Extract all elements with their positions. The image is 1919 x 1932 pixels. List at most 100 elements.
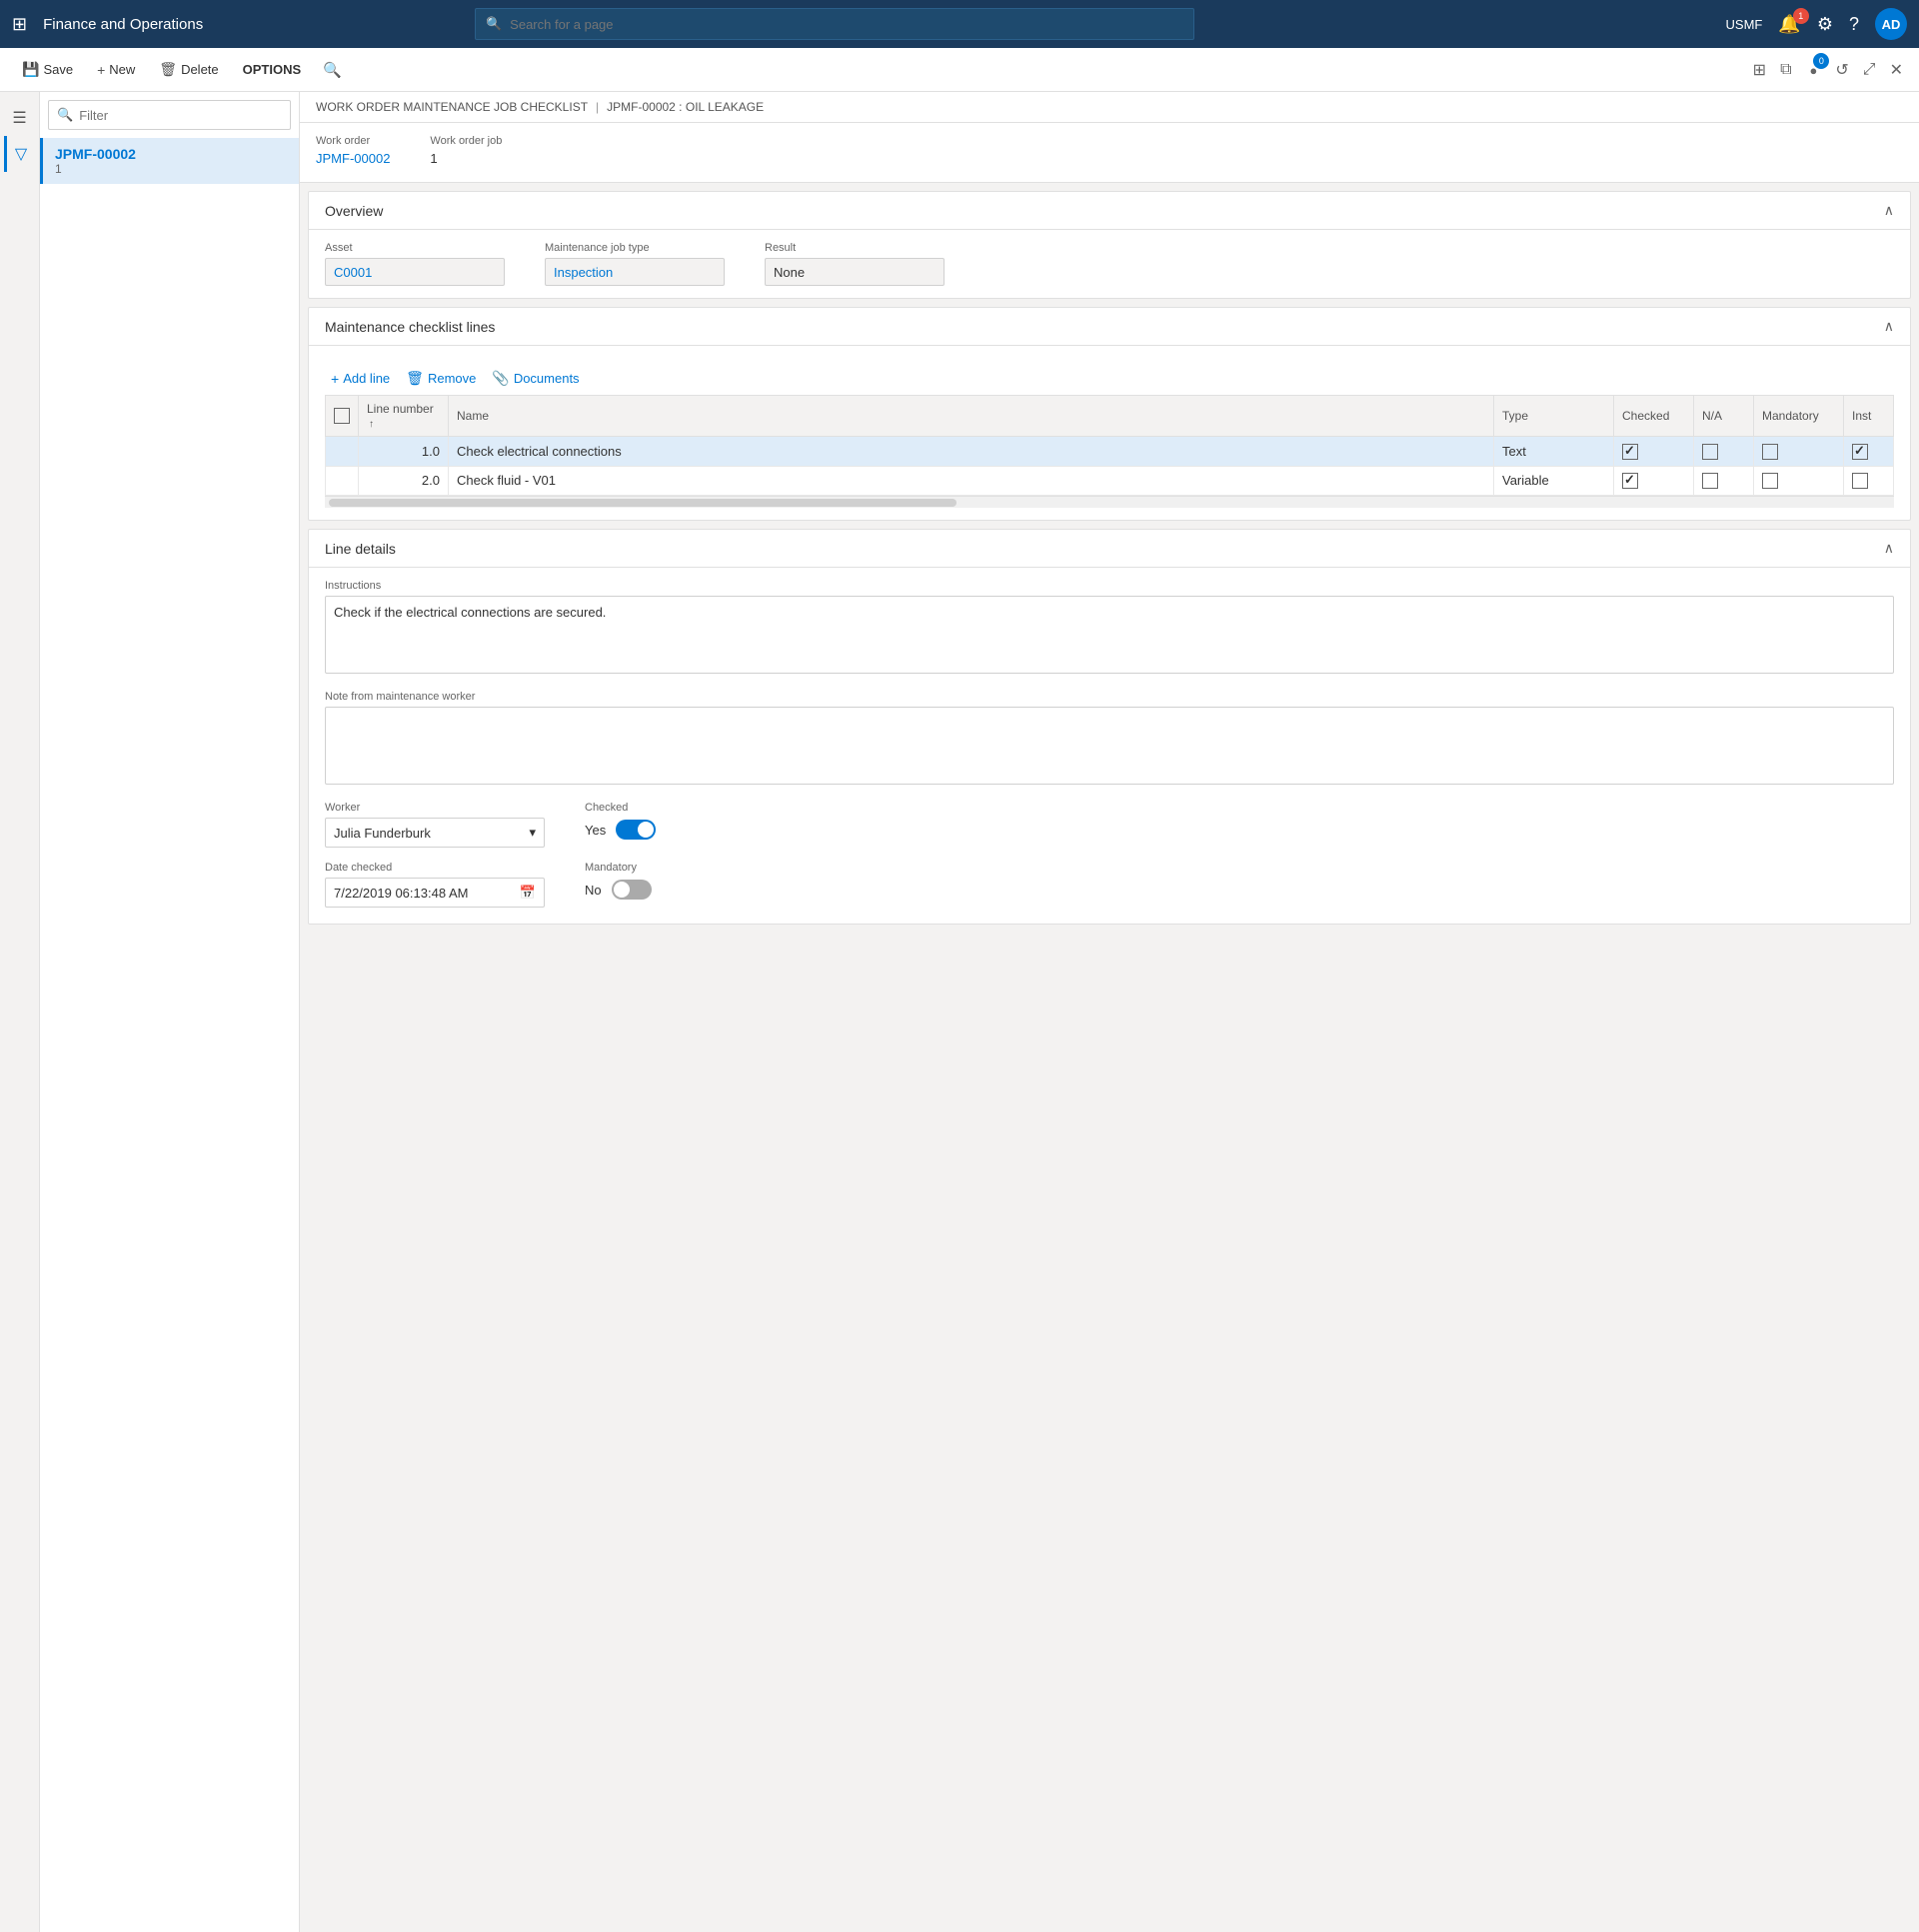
- checked-toggle-row: Yes: [585, 820, 805, 840]
- mandatory-detail-label: Mandatory: [585, 862, 805, 874]
- search-bar[interactable]: 🔍: [475, 8, 1194, 40]
- action-badge-icon[interactable]: ● 0: [1802, 55, 1826, 84]
- open-new-icon[interactable]: ⤢: [1859, 57, 1880, 83]
- line-details-section: Line details ∧ Instructions Note from ma…: [308, 529, 1911, 925]
- checked-toggle[interactable]: [616, 820, 656, 840]
- line-details-body: Instructions Note from maintenance worke…: [309, 568, 1910, 924]
- row-line-number: 1.0: [359, 437, 449, 467]
- row-na-checkbox[interactable]: [1702, 473, 1718, 489]
- grid-view-icon[interactable]: ⊞: [1749, 56, 1770, 84]
- th-name: Name: [449, 396, 1494, 437]
- row-inst-checkbox[interactable]: [1852, 473, 1868, 489]
- avatar[interactable]: AD: [1875, 8, 1907, 40]
- row-checked-checkbox[interactable]: [1622, 473, 1638, 489]
- overview-section-body: Asset C0001 Maintenance job type Inspect…: [309, 230, 1910, 298]
- job-type-label: Maintenance job type: [545, 242, 725, 254]
- row-mandatory-cell[interactable]: [1754, 466, 1844, 496]
- horizontal-scrollbar[interactable]: [325, 496, 1894, 508]
- mandatory-toggle[interactable]: [612, 880, 652, 900]
- row-mandatory-checkbox[interactable]: [1762, 444, 1778, 460]
- calendar-icon[interactable]: 📅: [520, 885, 536, 901]
- note-textarea[interactable]: [325, 707, 1894, 785]
- grid-icon[interactable]: ⊞: [12, 14, 27, 35]
- table-row[interactable]: 2.0 Check fluid - V01 Variable: [326, 466, 1894, 496]
- remove-icon: 🗑: [406, 370, 424, 387]
- overview-section-header[interactable]: Overview ∧: [309, 192, 1910, 230]
- asset-value[interactable]: C0001: [325, 258, 505, 286]
- table-row[interactable]: 1.0 Check electrical connections Text: [326, 437, 1894, 467]
- row-checked-checkbox[interactable]: [1622, 444, 1638, 460]
- filter-search-icon: 🔍: [57, 107, 73, 123]
- options-button[interactable]: OPTIONS: [233, 58, 312, 81]
- list-item[interactable]: JPMF-00002 1: [40, 138, 299, 184]
- filter-icon[interactable]: ▽: [4, 136, 35, 172]
- dropdown-icon: ▾: [529, 825, 536, 841]
- help-btn[interactable]: ?: [1849, 14, 1859, 35]
- row-checked-cell[interactable]: [1614, 466, 1694, 496]
- add-line-button[interactable]: + Add line: [325, 367, 396, 391]
- checklist-toolbar: + Add line 🗑 Remove 📎 Documents: [325, 358, 1894, 395]
- th-type: Type: [1494, 396, 1614, 437]
- row-checked-cell[interactable]: [1614, 437, 1694, 467]
- work-order-field: Work order JPMF-00002: [316, 135, 390, 166]
- refresh-icon[interactable]: ↺: [1831, 56, 1852, 84]
- row-mandatory-checkbox[interactable]: [1762, 473, 1778, 489]
- row-name: Check fluid - V01: [449, 466, 1494, 496]
- remove-button[interactable]: 🗑 Remove: [400, 366, 482, 391]
- row-na-checkbox[interactable]: [1702, 444, 1718, 460]
- line-details-collapse-icon[interactable]: ∧: [1884, 540, 1894, 557]
- instructions-textarea[interactable]: [325, 596, 1894, 674]
- asset-label: Asset: [325, 242, 505, 254]
- action-search-icon[interactable]: 🔍: [323, 61, 342, 79]
- search-input[interactable]: [510, 17, 1183, 32]
- work-order-value[interactable]: JPMF-00002: [316, 151, 390, 166]
- add-line-icon: +: [331, 371, 339, 387]
- work-order-job-label: Work order job: [430, 135, 502, 147]
- worker-col: Worker Julia Funderburk ▾: [325, 802, 545, 848]
- th-na: N/A: [1694, 396, 1754, 437]
- mandatory-col: Mandatory No: [585, 862, 805, 900]
- th-check: [326, 396, 359, 437]
- close-icon[interactable]: ✕: [1886, 56, 1907, 84]
- instructions-field: Instructions: [325, 580, 1894, 677]
- filter-box[interactable]: 🔍: [48, 100, 291, 130]
- header-checkbox[interactable]: [334, 408, 350, 424]
- filter-input[interactable]: [79, 108, 282, 123]
- th-mandatory: Mandatory: [1754, 396, 1844, 437]
- overview-collapse-icon[interactable]: ∧: [1884, 202, 1894, 219]
- checklist-section-header[interactable]: Maintenance checklist lines ∧: [309, 308, 1910, 346]
- toggle-knob: [638, 822, 654, 838]
- documents-button[interactable]: 📎 Documents: [486, 366, 585, 391]
- row-mandatory-cell[interactable]: [1754, 437, 1844, 467]
- fullscreen-icon[interactable]: ⧉: [1776, 57, 1795, 83]
- delete-button[interactable]: 🗑 Delete: [149, 57, 228, 82]
- hamburger-icon[interactable]: ☰: [4, 100, 34, 136]
- delete-icon: 🗑: [159, 61, 177, 78]
- overview-section: Overview ∧ Asset C0001 Maintenance job t…: [308, 191, 1911, 299]
- date-label: Date checked: [325, 862, 545, 874]
- row-select-cell: [326, 466, 359, 496]
- new-button[interactable]: + New: [87, 58, 145, 82]
- checklist-collapse-icon[interactable]: ∧: [1884, 318, 1894, 335]
- row-inst-checkbox[interactable]: [1852, 444, 1868, 460]
- save-button[interactable]: 💾 Save: [12, 57, 83, 82]
- checked-col: Checked Yes: [585, 802, 805, 840]
- worker-select[interactable]: Julia Funderburk ▾: [325, 818, 545, 848]
- row-na-cell[interactable]: [1694, 437, 1754, 467]
- list-item-title: JPMF-00002: [55, 146, 287, 162]
- job-type-value[interactable]: Inspection: [545, 258, 725, 286]
- line-details-section-header[interactable]: Line details ∧: [309, 530, 1910, 568]
- company-code[interactable]: USMF: [1726, 17, 1763, 32]
- row-inst-cell[interactable]: [1844, 466, 1894, 496]
- row-na-cell[interactable]: [1694, 466, 1754, 496]
- row-inst-cell[interactable]: [1844, 437, 1894, 467]
- action-right-tools: ⊞ ⧉ ● 0 ↺ ⤢ ✕: [1749, 55, 1907, 84]
- date-input[interactable]: 7/22/2019 06:13:48 AM 📅: [325, 878, 545, 908]
- mandatory-toggle-row: No: [585, 880, 805, 900]
- th-line-number[interactable]: Line number ↑: [359, 396, 449, 437]
- notification-badge: 1: [1793, 8, 1809, 24]
- settings-btn[interactable]: ⚙: [1817, 14, 1833, 35]
- asset-field: Asset C0001: [325, 242, 505, 286]
- notification-btn[interactable]: 🔔 1: [1778, 14, 1800, 35]
- checked-toggle-label: Yes: [585, 823, 606, 838]
